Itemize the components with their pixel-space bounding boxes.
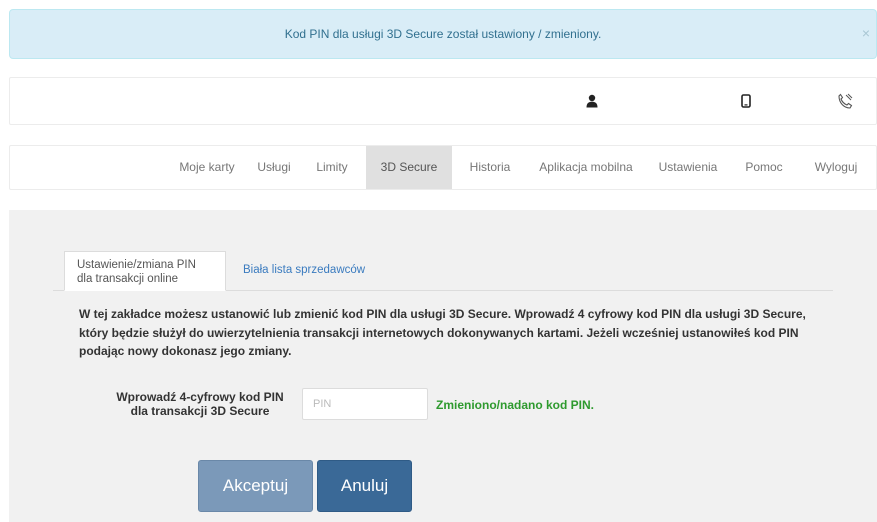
tab-merchant-whitelist[interactable]: Biała lista sprzedawców bbox=[243, 264, 365, 276]
nav-item-3d-secure[interactable]: 3D Secure bbox=[366, 146, 452, 189]
nav-item-pomoc[interactable]: Pomoc bbox=[738, 146, 790, 189]
success-alert: Kod PIN dla usługi 3D Secure został usta… bbox=[9, 9, 877, 59]
tab-pin-settings[interactable]: Ustawienie/zmiana PIN dla transakcji onl… bbox=[64, 251, 226, 291]
nav-item-uslugi[interactable]: Usługi bbox=[247, 146, 301, 189]
accept-button[interactable]: Akceptuj bbox=[198, 460, 313, 512]
alert-message: Kod PIN dla usługi 3D Secure został usta… bbox=[284, 27, 602, 41]
pin-label-line1: Wprowadź 4-cyfrowy kod PIN bbox=[116, 390, 284, 404]
pin-label-line2: dla transakcji 3D Secure bbox=[130, 404, 270, 418]
phone-handset-icon[interactable] bbox=[836, 92, 854, 110]
description-text: W tej zakładce możesz ustanowić lub zmie… bbox=[79, 307, 806, 358]
pin-label: Wprowadź 4-cyfrowy kod PIN dla transakcj… bbox=[105, 390, 295, 418]
user-toolbar bbox=[9, 77, 877, 125]
tab-label-line2: dla transakcji online bbox=[77, 273, 179, 285]
nav-item-limity[interactable]: Limity bbox=[307, 146, 357, 189]
user-icon[interactable] bbox=[583, 92, 601, 110]
nav-item-wyloguj[interactable]: Wyloguj bbox=[806, 146, 866, 189]
pin-input[interactable] bbox=[302, 388, 428, 420]
nav-item-historia[interactable]: Historia bbox=[460, 146, 520, 189]
nav-item-moje-karty[interactable]: Moje karty bbox=[167, 146, 247, 189]
cancel-button[interactable]: Anuluj bbox=[317, 460, 412, 512]
main-navigation: Moje karty Usługi Limity 3D Secure Histo… bbox=[9, 145, 877, 190]
pin-status-message: Zmieniono/nadano kod PIN. bbox=[436, 398, 595, 412]
close-icon[interactable]: × bbox=[862, 25, 870, 41]
phone-icon[interactable] bbox=[737, 92, 755, 110]
nav-item-aplikacja-mobilna[interactable]: Aplikacja mobilna bbox=[530, 146, 642, 189]
nav-item-ustawienia[interactable]: Ustawienia bbox=[652, 146, 724, 189]
tab-label-line1: Ustawienie/zmiana PIN bbox=[77, 259, 196, 271]
